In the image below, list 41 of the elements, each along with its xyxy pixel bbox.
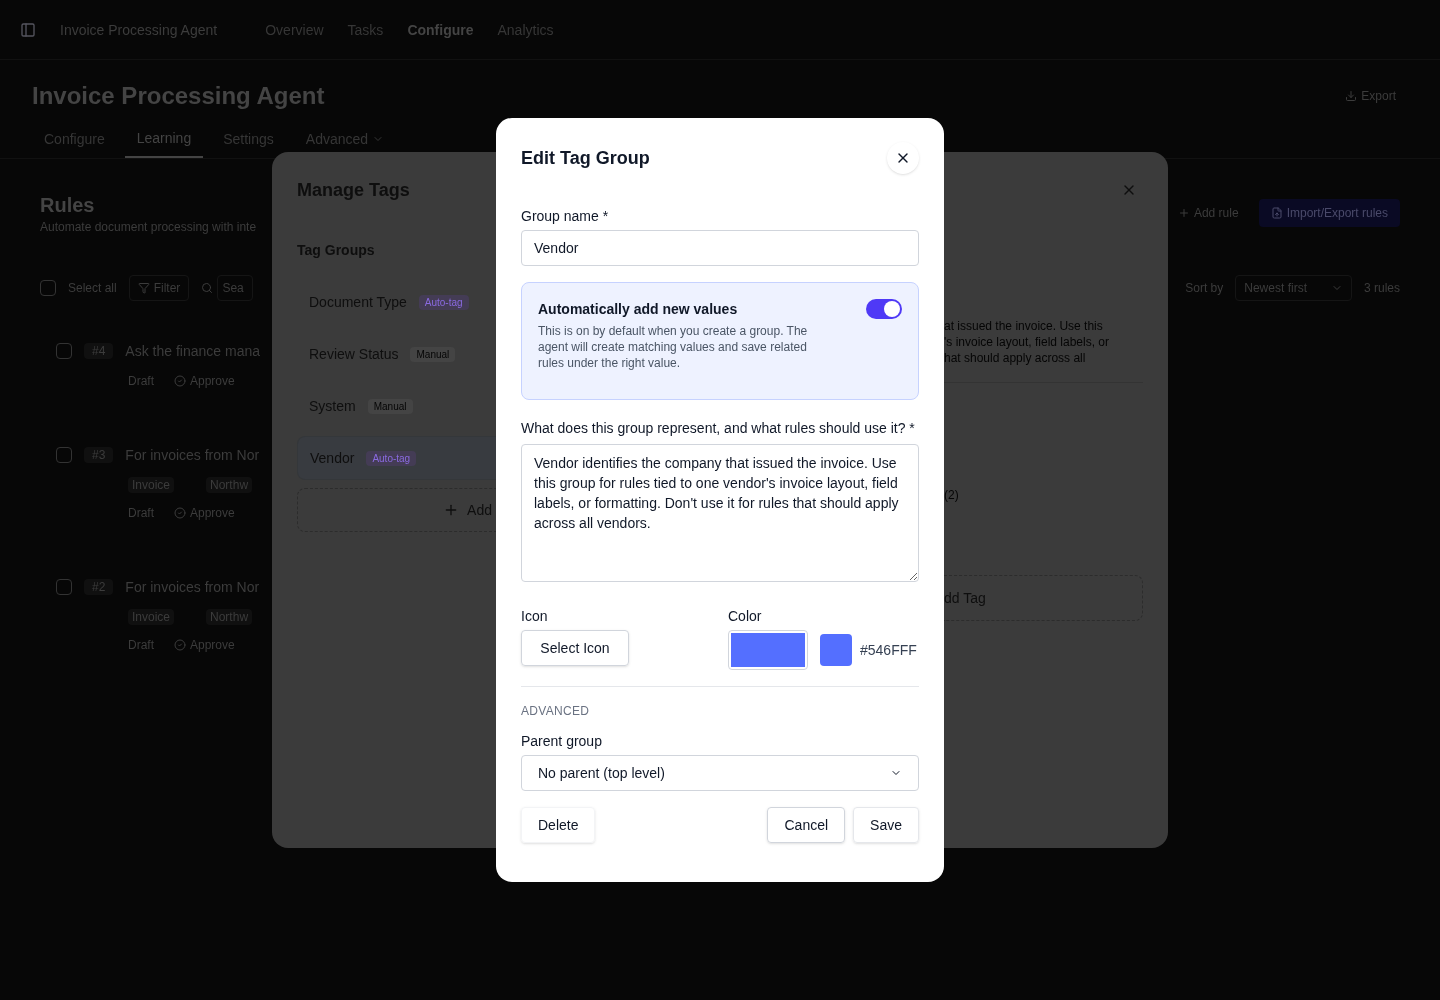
mode-badge: Manual	[367, 398, 413, 414]
select-icon-button[interactable]: Select Icon	[521, 630, 629, 666]
field-label: Group name *	[521, 207, 610, 226]
field-label: What does this group represent, and what rules should use it? *	[521, 419, 916, 438]
section-heading: ADVANCED	[521, 703, 591, 719]
sidebar-toggle-icon[interactable]	[20, 21, 36, 38]
check-circle-icon	[174, 639, 186, 651]
field-label: Icon	[521, 607, 549, 626]
color-hex: #546FFF	[860, 641, 917, 660]
field-label: Parent group	[521, 732, 603, 751]
file-icon	[1270, 207, 1283, 219]
delete-button[interactable]: Delete	[521, 807, 596, 843]
card-text: This is on by default when you create a group. The agent will create matching values and save related rules under the right value.	[538, 323, 809, 371]
select-all-checkbox[interactable]	[40, 280, 56, 296]
page-title: Invoice Processing Agent	[32, 81, 325, 111]
toggle-switch[interactable]	[866, 299, 902, 319]
search-icon	[201, 282, 214, 294]
filter-icon	[137, 282, 150, 294]
description-field[interactable]: Vendor identifies the company that issued the invoice. Use this group for rules tied to one vendor's invoice layout, field labels, or formatting. Don't use it for rules that should apply across all vendors.	[521, 444, 919, 582]
color-preview	[820, 634, 852, 666]
field-label: Color	[728, 607, 763, 626]
check-circle-icon	[174, 375, 186, 387]
import-export-button[interactable]: Import/Export rules	[1258, 199, 1400, 227]
cancel-button[interactable]: Cancel	[767, 807, 846, 843]
plus-icon	[1177, 207, 1190, 219]
parent-group-select[interactable]: No parent (top level)	[521, 755, 919, 791]
mode-badge: Auto-tag	[366, 450, 417, 466]
section-title: Rules	[40, 193, 96, 218]
mode-badge: Manual	[410, 346, 456, 362]
card-title: Automatically add new values	[538, 300, 739, 319]
rule-checkbox[interactable]	[56, 447, 72, 463]
rule-checkbox[interactable]	[56, 579, 72, 595]
group-name-field[interactable]: Vendor	[521, 230, 919, 266]
mode-badge: Auto-tag	[418, 294, 469, 310]
save-button[interactable]: Save	[853, 807, 919, 843]
nav-link[interactable]: Configure	[407, 19, 474, 40]
download-icon	[1345, 90, 1358, 102]
rule-checkbox[interactable]	[56, 343, 72, 359]
check-circle-icon	[174, 507, 186, 519]
dialog-title: Edit Tag Group	[521, 147, 650, 170]
page-tab[interactable]: Learning	[124, 128, 204, 158]
